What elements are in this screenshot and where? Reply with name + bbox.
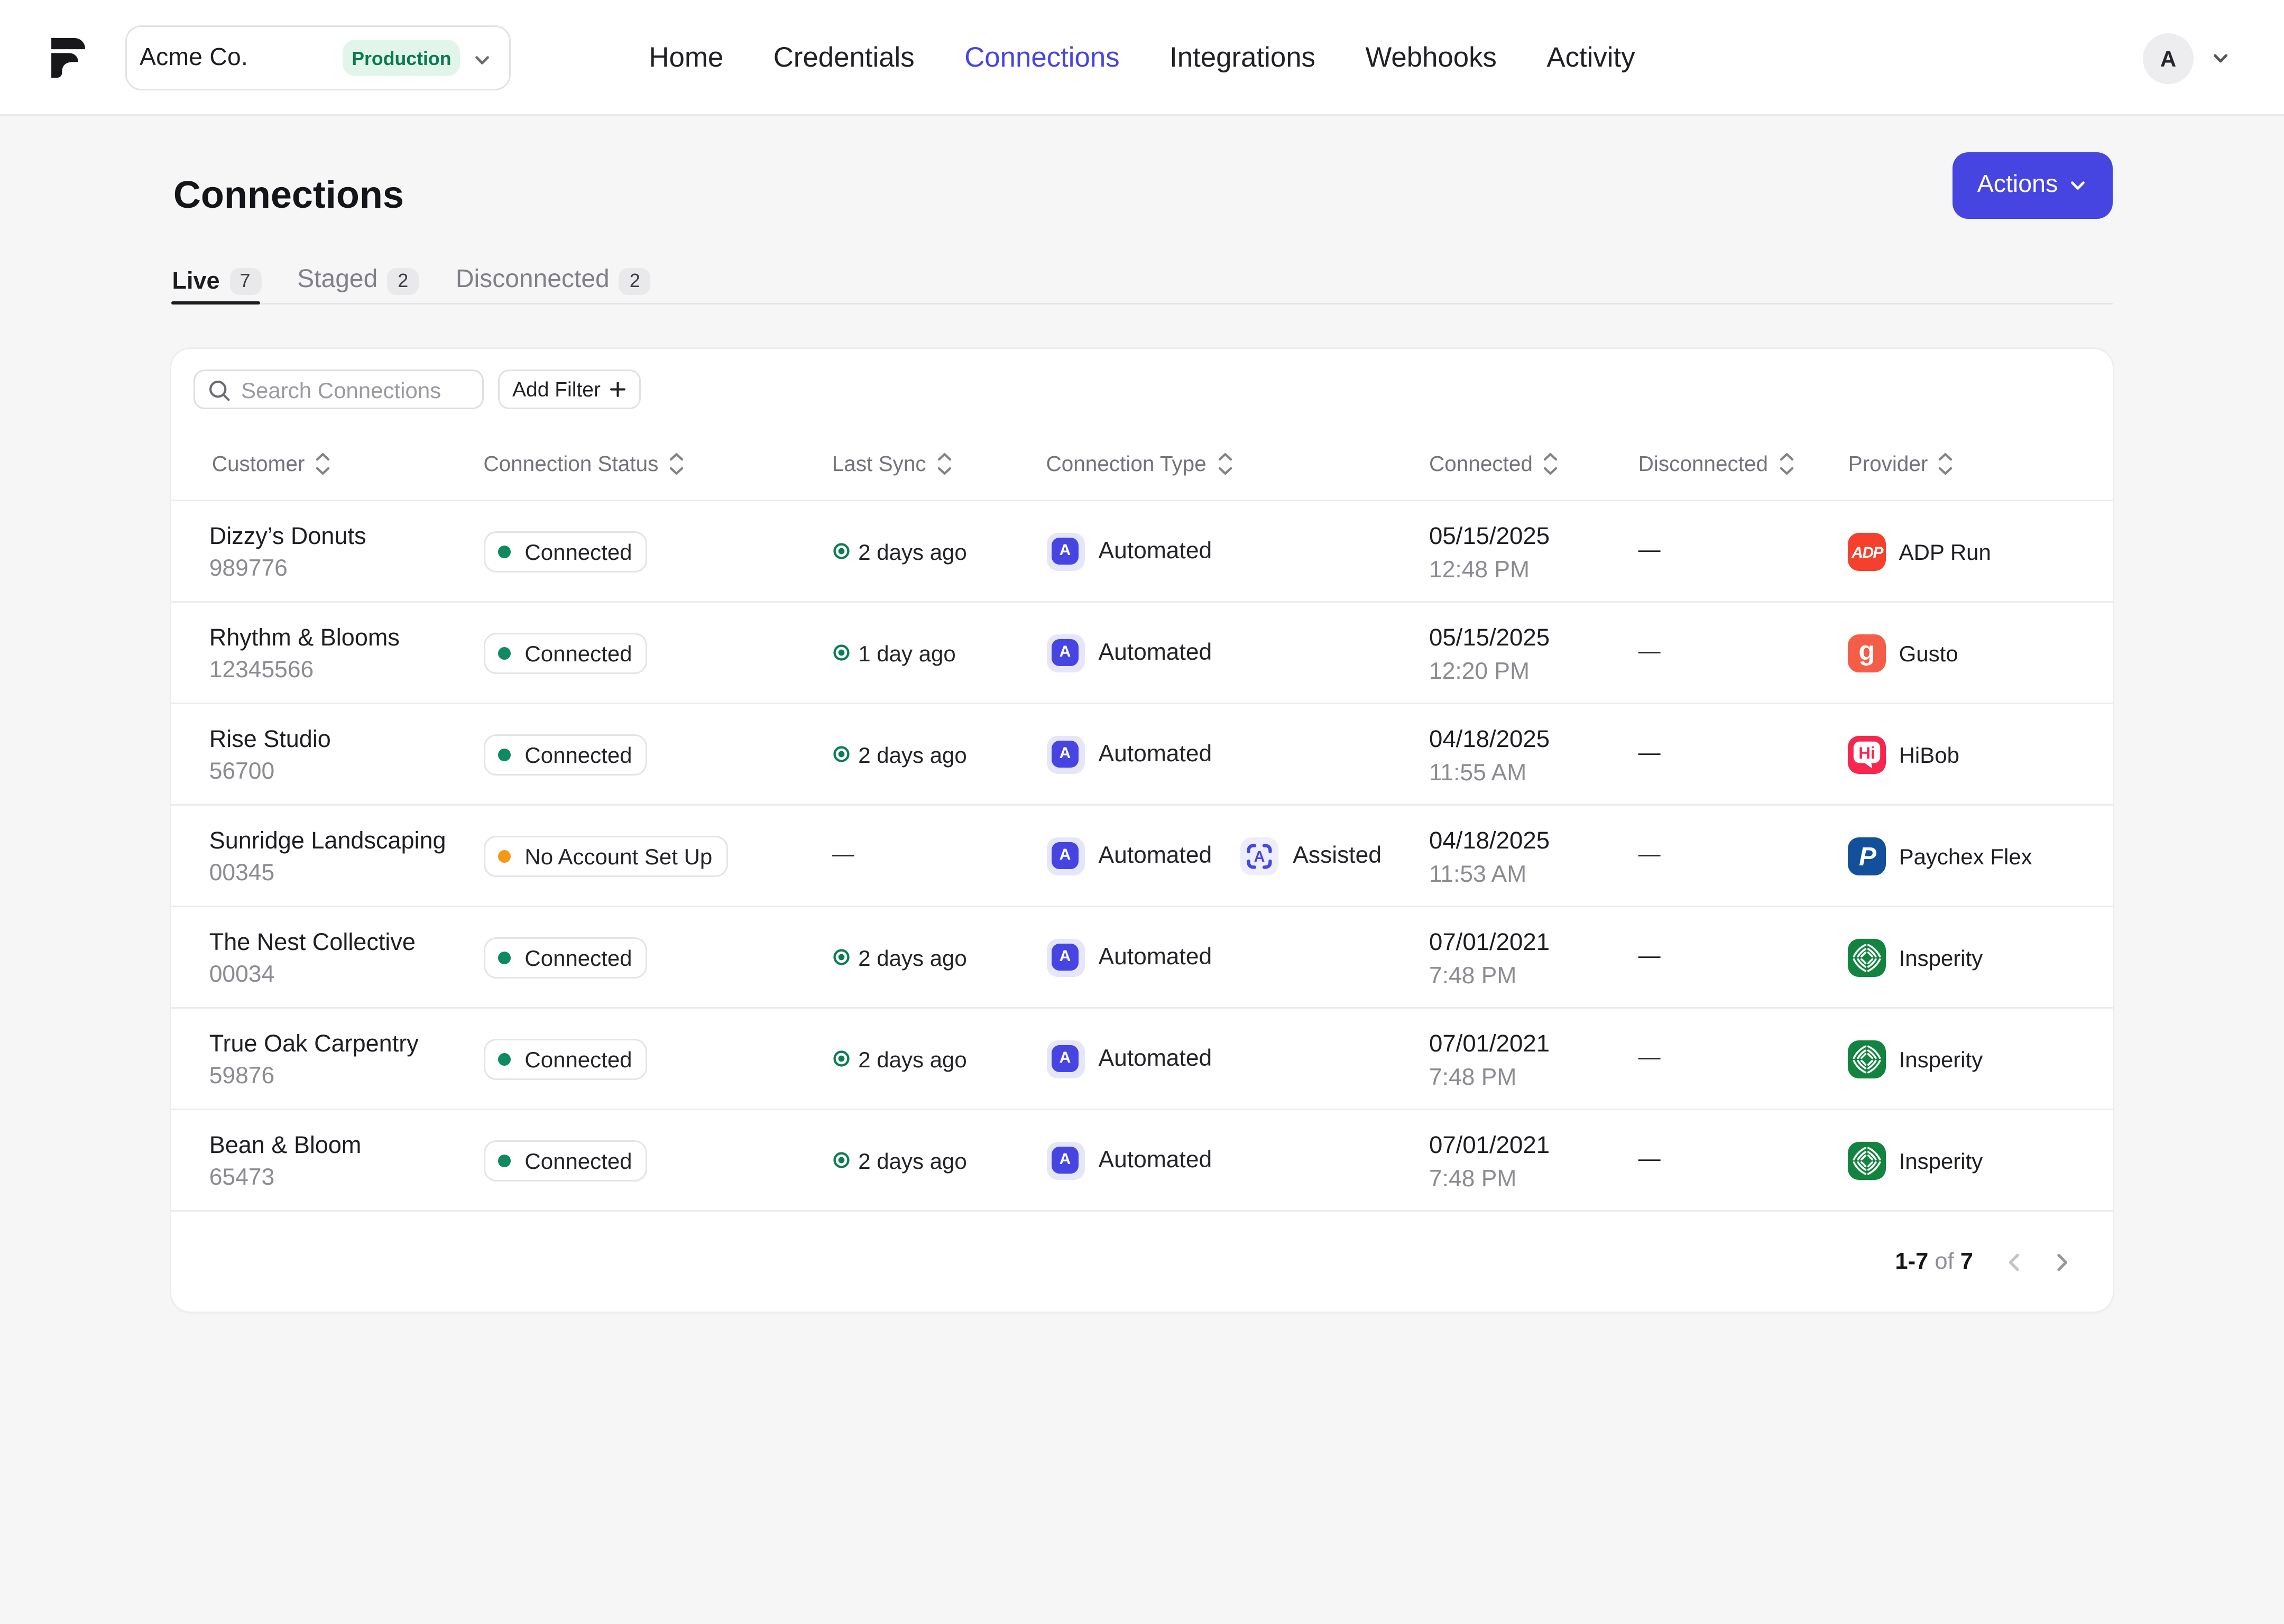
svg-text:P: P <box>1859 842 1877 871</box>
svg-text:g: g <box>1859 635 1875 665</box>
svg-text:ADP: ADP <box>1852 543 1884 561</box>
svg-text:A: A <box>1254 848 1265 865</box>
svg-text:Hi: Hi <box>1859 743 1876 762</box>
